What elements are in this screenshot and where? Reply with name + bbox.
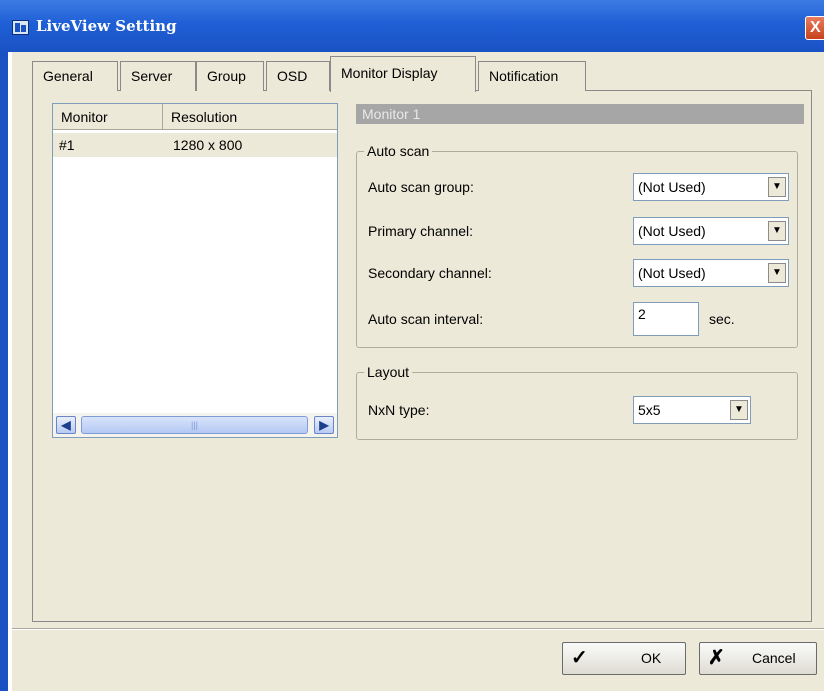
horizontal-scrollbar[interactable]: ◀ ||| ▶ <box>53 413 337 437</box>
tab-notification[interactable]: Notification <box>478 61 586 91</box>
list-item[interactable]: #1 1280 x 800 <box>53 133 337 157</box>
x-icon: ✗ <box>708 647 725 669</box>
auto-scan-group-value: (Not Used) <box>638 179 706 195</box>
window-title: LiveView Setting <box>36 17 177 35</box>
tab-server[interactable]: Server <box>120 61 196 91</box>
cancel-button-label: Cancel <box>752 650 796 666</box>
column-header-monitor[interactable]: Monitor <box>53 104 163 130</box>
primary-channel-value: (Not Used) <box>638 223 706 239</box>
column-header-resolution[interactable]: Resolution <box>163 104 337 130</box>
monitor-list-header: Monitor Resolution <box>53 104 337 130</box>
secondary-channel-value: (Not Used) <box>638 265 706 281</box>
ok-button-label: OK <box>641 650 662 666</box>
chevron-down-icon[interactable]: ▼ <box>768 221 786 241</box>
tab-monitor-display[interactable]: Monitor Display <box>330 56 476 92</box>
auto-scan-group-title: Auto scan <box>364 143 433 159</box>
window-frame-left-inner <box>8 52 12 691</box>
tab-general[interactable]: General <box>32 61 118 91</box>
auto-scan-group-label: Auto scan group: <box>368 179 474 195</box>
secondary-channel-select[interactable]: (Not Used) ▼ <box>633 259 789 287</box>
title-bar: LiveView Setting X <box>0 0 824 52</box>
auto-scan-interval-label: Auto scan interval: <box>368 311 484 327</box>
monitor-panel-title: Monitor 1 <box>356 104 804 124</box>
scroll-right-icon[interactable]: ▶ <box>314 416 334 434</box>
nxn-type-value: 5x5 <box>638 402 661 418</box>
scroll-thumb[interactable]: ||| <box>81 416 308 434</box>
primary-channel-select[interactable]: (Not Used) ▼ <box>633 217 789 245</box>
chevron-down-icon[interactable]: ▼ <box>768 177 786 197</box>
interval-unit-label: sec. <box>709 311 735 327</box>
nxn-type-label: NxN type: <box>368 402 430 418</box>
window-icon <box>12 20 29 35</box>
auto-scan-group-select[interactable]: (Not Used) ▼ <box>633 173 789 201</box>
ok-button[interactable]: ✓ OK <box>562 642 686 675</box>
primary-channel-label: Primary channel: <box>368 223 474 239</box>
scroll-left-icon[interactable]: ◀ <box>56 416 76 434</box>
tab-osd[interactable]: OSD <box>266 61 330 91</box>
checkmark-icon: ✓ <box>571 647 588 669</box>
monitor-cell: #1 <box>59 137 75 153</box>
cancel-button[interactable]: ✗ Cancel <box>699 642 817 675</box>
resolution-cell: 1280 x 800 <box>173 137 243 153</box>
monitor-list[interactable]: Monitor Resolution #1 1280 x 800 ◀ ||| ▶ <box>52 103 338 438</box>
close-button[interactable]: X <box>805 16 824 40</box>
secondary-channel-label: Secondary channel: <box>368 265 492 281</box>
tab-group[interactable]: Group <box>196 61 264 91</box>
bottom-separator <box>12 628 824 630</box>
layout-group-title: Layout <box>364 364 413 380</box>
chevron-down-icon[interactable]: ▼ <box>730 400 748 420</box>
nxn-type-select[interactable]: 5x5 ▼ <box>633 396 751 424</box>
chevron-down-icon[interactable]: ▼ <box>768 263 786 283</box>
auto-scan-interval-input[interactable]: 2 <box>633 302 699 336</box>
